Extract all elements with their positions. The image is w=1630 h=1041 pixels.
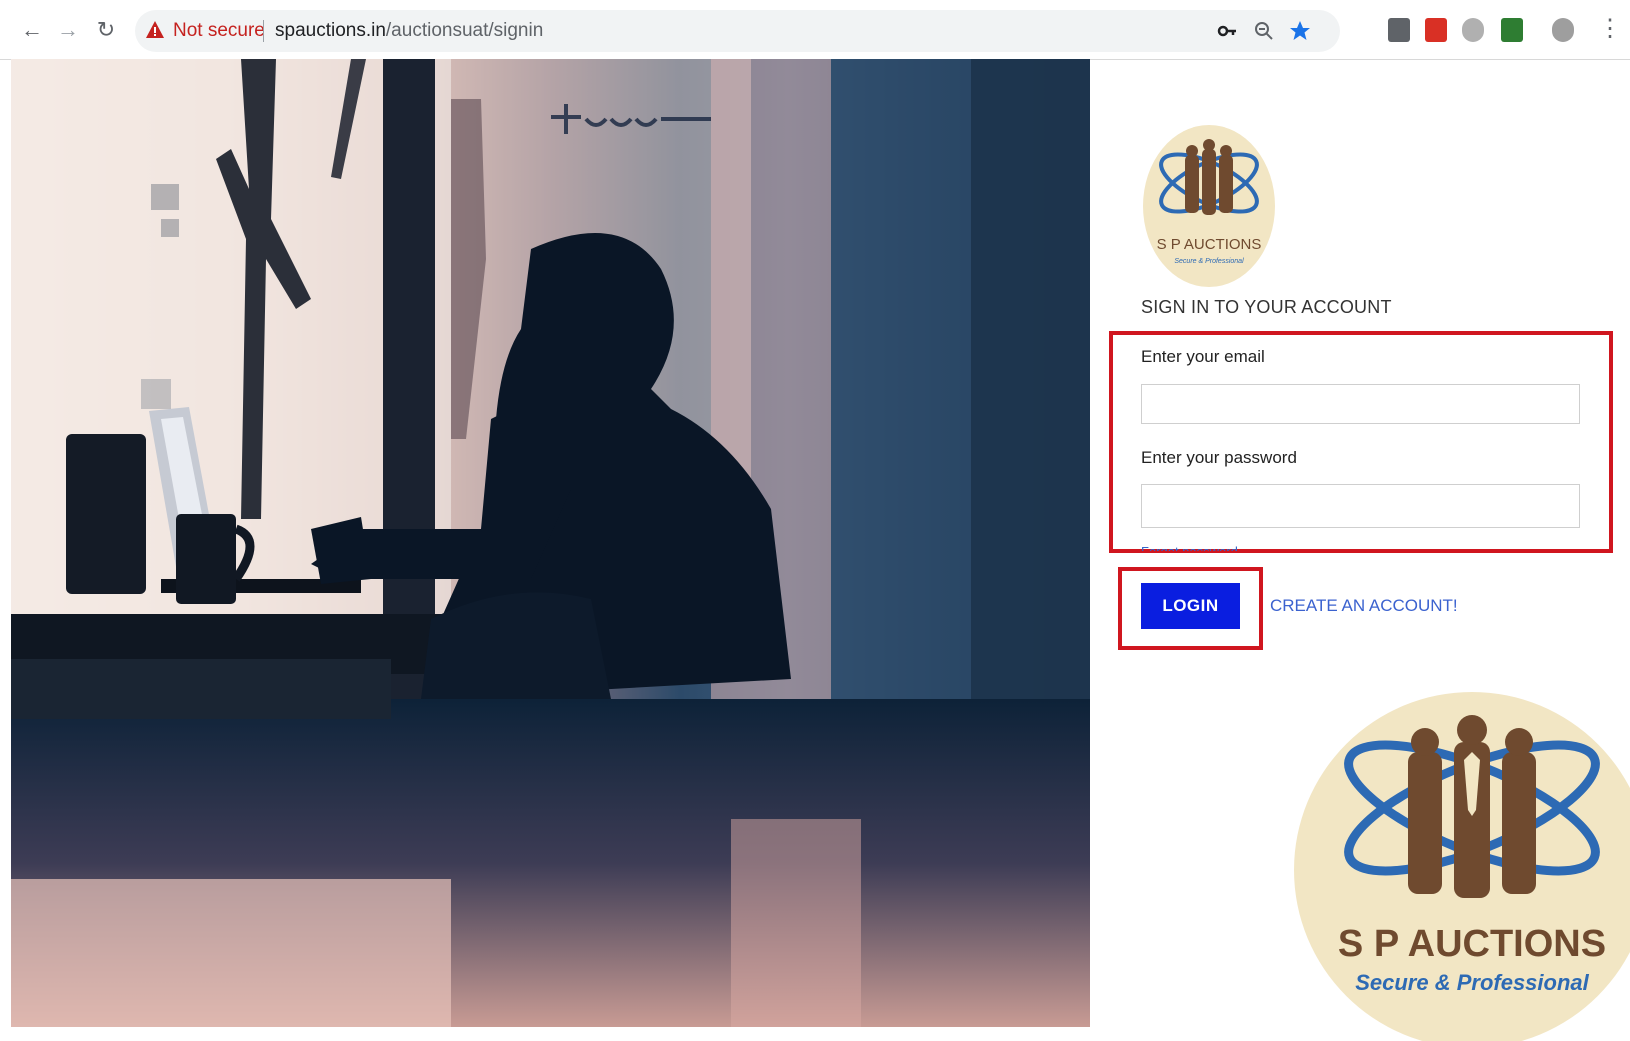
divider — [263, 20, 264, 42]
create-account-link[interactable]: CREATE AN ACCOUNT! — [1270, 596, 1458, 616]
key-icon[interactable] — [1217, 20, 1239, 42]
back-arrow-icon[interactable]: ← — [18, 16, 46, 44]
bookmark-star-icon[interactable] — [1289, 20, 1311, 42]
logo-brand-text: S P AUCTIONS — [1157, 236, 1262, 253]
sp-auctions-logo: S P AUCTIONS Secure & Professional — [1143, 125, 1275, 287]
sp-auctions-logo-large: S P AUCTIONS Secure & Professional — [1294, 692, 1630, 1041]
forward-arrow-icon[interactable]: → — [54, 16, 82, 44]
address-bar[interactable]: Not secure spauctions.in/auctionsuat/sig… — [135, 10, 1340, 52]
kebab-menu-icon[interactable]: ⋮ — [1598, 14, 1622, 44]
url-text[interactable]: spauctions.in/auctionsuat/signin — [275, 20, 543, 42]
extension-send-icon[interactable] — [1425, 18, 1447, 42]
logo-large-tagline-text: Secure & Professional — [1355, 970, 1589, 995]
forgot-password-link[interactable]: Forgot password — [1141, 543, 1238, 551]
profile-avatar-icon[interactable] — [1552, 18, 1574, 42]
email-label: Enter your email — [1141, 347, 1265, 366]
password-field[interactable] — [1141, 484, 1580, 528]
signin-heading: SIGN IN TO YOUR ACCOUNT — [1141, 297, 1392, 317]
extension-evernote-icon[interactable] — [1501, 18, 1523, 42]
extension-bag-icon[interactable] — [1388, 18, 1410, 42]
password-label: Enter your password — [1141, 448, 1297, 467]
cafe-silhouette-illustration — [11, 59, 1090, 1027]
not-secure-label: Not secure — [173, 20, 265, 41]
warning-icon — [146, 21, 164, 38]
hero-background-image — [11, 59, 1090, 1027]
browser-toolbar: ← → ↻ Not secure spauctions.in/auctionsu… — [0, 0, 1630, 60]
email-field[interactable] — [1141, 384, 1580, 424]
login-button[interactable]: LOGIN — [1141, 583, 1240, 629]
zoom-icon[interactable] — [1253, 20, 1275, 42]
logo-tagline-text: Secure & Professional — [1174, 258, 1244, 265]
extension-drive-icon[interactable] — [1462, 18, 1484, 42]
reload-icon[interactable]: ↻ — [92, 16, 120, 44]
logo-large-brand-text: S P AUCTIONS — [1338, 923, 1606, 965]
